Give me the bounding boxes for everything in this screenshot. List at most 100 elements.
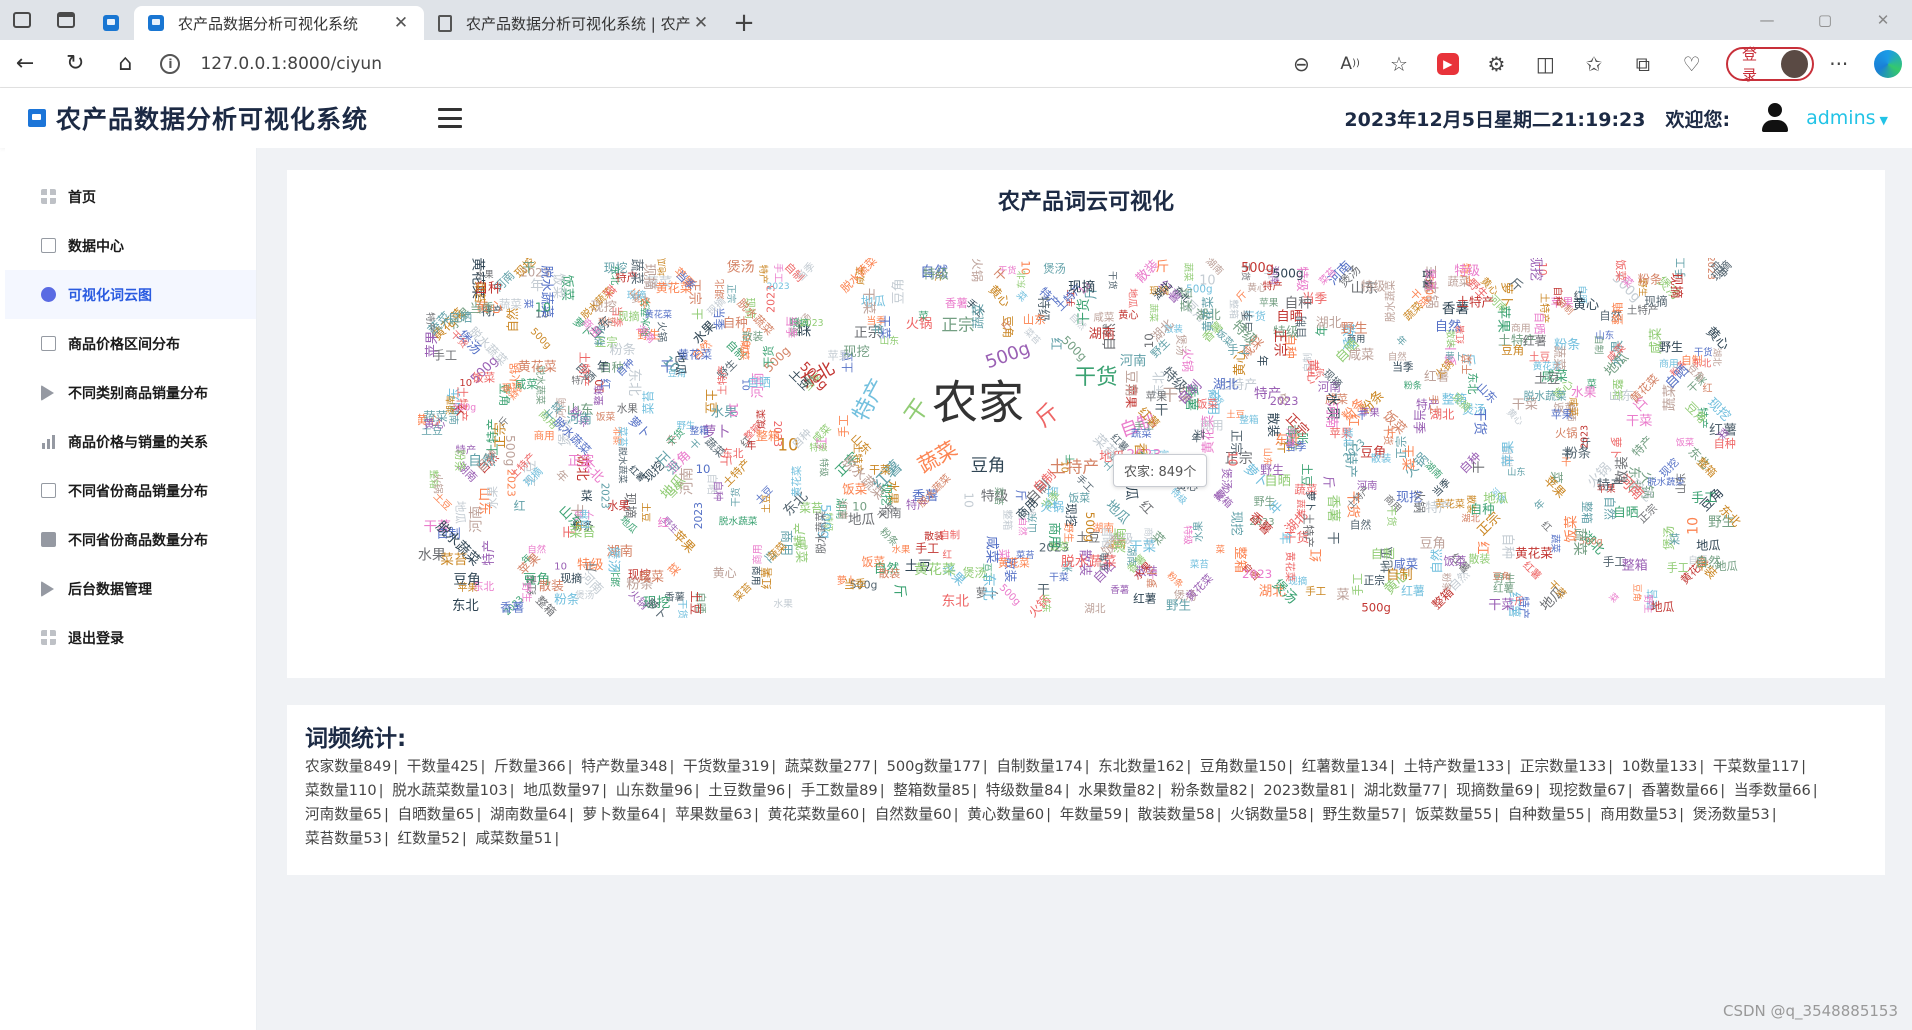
sidebar-item-price-vs-sales[interactable]: 商品价格与销量的关系 [5,417,256,466]
word-cloud-word[interactable]: 东北 [1015,270,1027,288]
word-cloud-word[interactable]: 特产 [1517,596,1531,618]
word-cloud-word[interactable]: 手工 [1667,560,1689,574]
word-cloud-word[interactable]: 500g [1273,266,1304,280]
word-cloud-word[interactable]: 斤 [891,584,907,598]
word-cloud-word[interactable]: 红 [1574,290,1583,302]
word-cloud-word[interactable]: 土豆 [1534,371,1560,387]
word-cloud-word[interactable]: 500g [1361,600,1391,614]
word-cloud-word[interactable]: 咸菜 [755,409,767,429]
word-cloud-word[interactable]: 整箱 [1580,501,1594,524]
word-cloud-word[interactable]: 粉条 [1165,569,1186,590]
word-cloud-word[interactable]: 红薯 [1493,582,1514,595]
word-cloud-word[interactable]: 干菜 [1400,445,1415,471]
word-cloud-word[interactable]: 整箱 [1239,413,1259,426]
word-cloud-word[interactable]: 干菜 [860,288,876,315]
word-cloud-word[interactable]: 蔬菜 [1182,263,1194,282]
word-cloud-word[interactable]: 地瓜 [1126,288,1139,308]
sidebar-item-price-range[interactable]: 商品价格区间分布 [5,319,256,368]
word-cloud-word[interactable]: 火锅 [970,258,984,282]
word-cloud-word[interactable]: 散装 [1469,552,1491,566]
word-cloud-word[interactable]: 土特产 [716,365,729,395]
word-cloud-word[interactable]: 火锅 [432,473,444,493]
word-cloud-word[interactable]: 红 [1308,549,1324,562]
word-cloud-word[interactable]: 萝卜 [626,414,653,441]
word-cloud-word[interactable]: 2023 [692,502,705,529]
split-screen-icon[interactable]: ◫ [1521,52,1570,76]
word-cloud-word[interactable]: 干货 [729,487,742,507]
word-cloud-word[interactable]: 红薯 [1523,334,1547,348]
word-cloud-word[interactable]: 干 [690,308,704,320]
word-cloud-word[interactable]: 10 [696,462,711,476]
word-cloud-word[interactable]: 散装 [1615,456,1631,484]
word-cloud-word[interactable]: 黄心 [424,417,446,431]
sidebar-item-data-center[interactable]: 数据中心 [5,221,256,270]
info-icon[interactable]: i [160,53,181,74]
word-cloud-word[interactable]: 东北 [452,598,479,614]
refresh-icon[interactable]: ↻ [50,40,100,88]
word-cloud-word[interactable]: 自制 [1386,567,1413,583]
word-cloud-word[interactable]: 干菜 [1488,598,1514,613]
word-cloud[interactable]: 农家干斤特产 干货 蔬菜 500g 自制 东北 豆角 红薯 土特产 正宗 10 干菜干斤特产 干货 蔬菜 5… [418,258,1748,618]
word-cloud-word[interactable]: 咸菜 [1348,348,1374,363]
word-cloud-word[interactable]: 菜 [665,560,683,578]
word-cloud-word[interactable]: 野生 [1260,463,1284,477]
word-cloud-word[interactable]: 山东 [1507,466,1525,478]
word-cloud-word[interactable]: 当季 [784,316,798,339]
word-cloud-word[interactable]: 干 [899,393,935,428]
sidebar-item-admin[interactable]: 后台数据管理 [5,564,256,613]
word-cloud-word[interactable]: 自种 [712,481,725,502]
word-cloud-word[interactable]: 粉条 [610,341,636,358]
word-cloud-word[interactable]: 咸菜 [738,340,750,360]
word-cloud-word[interactable]: 正宗 [1271,329,1287,357]
word-cloud-word[interactable]: 特级 [1361,279,1386,294]
browser-essentials-icon[interactable]: ♡ [1667,52,1716,76]
word-cloud-word[interactable]: 饭菜 [1676,437,1694,449]
word-cloud-word[interactable]: 黄心 [713,566,737,580]
word-cloud-word[interactable]: 10 [1225,451,1239,467]
word-cloud-word[interactable]: 年 [1278,532,1293,545]
back-icon[interactable]: ← [0,40,50,88]
word-cloud-word[interactable]: 干货 [1385,506,1398,527]
word-cloud-word[interactable]: 自制 [1295,316,1308,338]
word-cloud-word[interactable]: 当季 [844,577,866,591]
word-cloud-word[interactable]: 散装 [1266,412,1281,437]
word-cloud-word[interactable]: 干货 [761,346,775,368]
word-cloud-word[interactable]: 500g [983,338,1033,373]
word-cloud-word[interactable]: 手工 [915,541,939,555]
word-cloud-word[interactable]: 豆角 [453,572,480,588]
word-cloud-word[interactable]: 500g [1241,261,1274,276]
word-cloud-word[interactable]: 现挖 [1064,503,1078,527]
word-cloud-word[interactable]: 水果 [773,598,793,610]
word-cloud-word[interactable]: 香薯 [500,600,524,614]
new-tab-button[interactable]: + [724,6,764,40]
word-cloud-word[interactable]: 脱水蔬菜 [617,447,629,484]
word-cloud-word[interactable]: 湖北 [1341,427,1353,447]
word-cloud-word[interactable]: 散装 [1371,452,1392,465]
word-cloud-word[interactable]: 蔬菜 [971,303,986,329]
word-cloud-word[interactable]: 散装 [539,578,565,593]
word-cloud-word[interactable]: 2023 [1242,567,1272,581]
word-cloud-word[interactable]: 菜苔 [1190,558,1209,570]
word-cloud-word[interactable]: 斤 [1321,476,1336,488]
word-cloud-word[interactable]: 苹果 [1259,296,1279,309]
sidebar-item-category-sales[interactable]: 不同类别商品销量分布 [5,368,256,417]
word-cloud-word[interactable]: 东北 [626,368,642,396]
word-cloud-word[interactable]: 粉条 [453,449,467,472]
word-cloud-word[interactable]: 水果 [476,269,494,281]
word-cloud-word[interactable]: 红 [658,516,669,530]
sidebar-item-home[interactable]: 首页 [5,172,256,221]
word-cloud-word[interactable]: 咸菜 [983,536,999,564]
word-cloud-word[interactable]: 饭菜 [596,411,616,423]
sidebar-item-province-count[interactable]: 不同省份商品数量分布 [5,515,256,564]
word-cloud-word[interactable]: 干菜 [869,463,891,476]
word-cloud-word[interactable]: 2023 [1580,425,1591,449]
tab-close-icon[interactable]: ✕ [392,13,410,33]
home-icon[interactable]: ⌂ [100,40,150,88]
word-cloud-word[interactable]: 河南 [680,467,696,495]
word-cloud-word[interactable]: 干菜 [1049,572,1069,584]
word-cloud-word[interactable]: 煲汤 [727,258,755,275]
word-cloud-word[interactable]: 苹果 [1146,389,1168,403]
word-cloud-word[interactable]: 菜 [1216,543,1225,555]
word-cloud-word[interactable]: 菜 [1669,533,1681,547]
word-cloud-word[interactable]: 手工 [1691,491,1717,506]
